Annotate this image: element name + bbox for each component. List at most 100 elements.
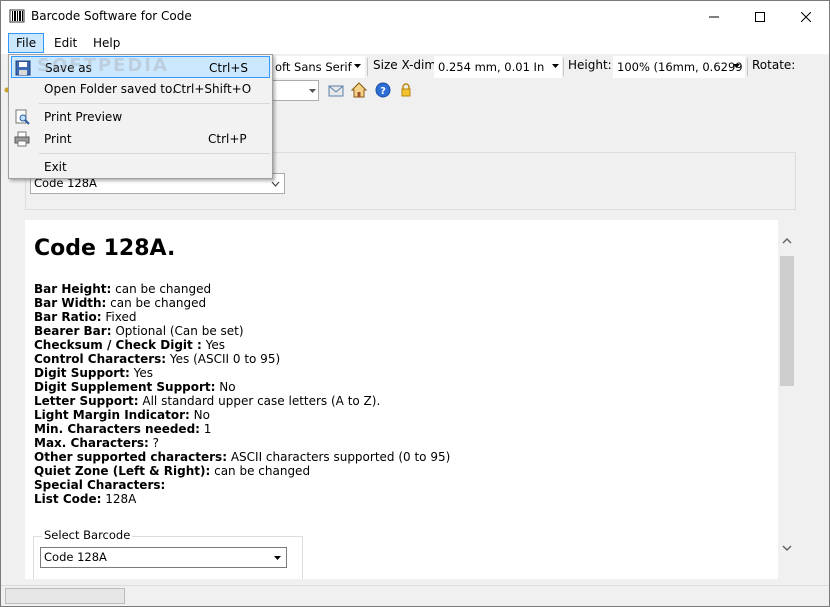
property-value: Optional (Can be set)	[111, 324, 244, 338]
open-folder-label: Open Folder saved to.	[44, 82, 176, 96]
title-bar: Barcode Software for Code	[1, 1, 829, 32]
property-row: Special Characters:	[34, 478, 450, 492]
property-name: Min. Characters needed:	[34, 422, 200, 436]
property-row: Letter Support: All standard upper case …	[34, 394, 450, 408]
height-value: 100% (16mm, 0.6299	[617, 60, 743, 74]
property-value: ASCII characters supported (0 to 95)	[227, 450, 451, 464]
save-as-label: Save as	[45, 61, 92, 75]
property-row: Bar Ratio: Fixed	[34, 310, 450, 324]
scroll-up-button[interactable]	[778, 232, 796, 250]
height-select[interactable]: 100% (16mm, 0.6299	[613, 56, 745, 78]
toolbar-separator	[747, 58, 748, 76]
property-name: Bar Width:	[34, 296, 107, 310]
chevron-down-icon	[354, 64, 361, 68]
property-row: Checksum / Check Digit : Yes	[34, 338, 450, 352]
scroll-down-button[interactable]	[778, 539, 796, 557]
app-window: Barcode Software for Code File Edit Help…	[0, 0, 830, 607]
property-value: No	[189, 408, 210, 422]
property-value: 128A	[101, 492, 137, 506]
property-value: can be changed	[106, 296, 207, 310]
open-folder-shortcut: Ctrl+Shift+O	[173, 82, 252, 96]
property-row: Quiet Zone (Left & Right): can be change…	[34, 464, 450, 478]
maximize-button[interactable]	[737, 1, 783, 32]
print-preview-icon	[14, 109, 30, 125]
email-icon[interactable]	[328, 83, 344, 99]
home-icon[interactable]	[350, 82, 368, 98]
toolbar-separator	[563, 58, 564, 76]
property-name: Special Characters:	[34, 478, 166, 492]
property-row: Digit Support: Yes	[34, 366, 450, 380]
property-name: Max. Characters:	[34, 436, 149, 450]
minimize-button[interactable]	[691, 1, 737, 32]
property-value: 1	[199, 422, 212, 436]
menu-separator	[39, 153, 270, 154]
property-name: List Code:	[34, 492, 102, 506]
property-value: Yes	[129, 366, 153, 380]
property-name: Digit Support:	[34, 366, 130, 380]
menu-item-print[interactable]: Print Ctrl+P	[11, 128, 270, 150]
print-shortcut: Ctrl+P	[208, 132, 247, 146]
menu-item-save-as[interactable]: Save as Ctrl+S	[11, 56, 270, 78]
property-name: Other supported characters:	[34, 450, 228, 464]
lock-icon[interactable]	[398, 82, 414, 98]
property-name: Light Margin Indicator:	[34, 408, 190, 422]
property-name: Bar Ratio:	[34, 310, 102, 324]
property-row: Bearer Bar: Optional (Can be set)	[34, 324, 450, 338]
menu-item-print-preview[interactable]: Print Preview	[11, 106, 270, 128]
maximize-icon	[755, 11, 765, 22]
save-icon	[15, 60, 31, 76]
property-name: Letter Support:	[34, 394, 139, 408]
help-icon[interactable]: ?	[375, 82, 391, 98]
font-select-value: oft Sans Serif	[275, 60, 352, 74]
exit-label: Exit	[44, 160, 67, 174]
size-xdim-value: 0.254 mm, 0.01 In	[438, 60, 545, 74]
property-name: Bar Height:	[34, 282, 112, 296]
property-name: Quiet Zone (Left & Right):	[34, 464, 211, 478]
menu-edit[interactable]: Edit	[47, 33, 84, 53]
select-barcode-group: Select Barcode Code 128A	[33, 528, 303, 579]
file-menu-dropdown: Save as Ctrl+S Open Folder saved to. Ctr…	[8, 54, 273, 179]
menu-bar: File Edit Help	[1, 32, 829, 54]
select-barcode-legend: Select Barcode	[42, 528, 133, 542]
window-title: Barcode Software for Code	[31, 9, 192, 23]
size-xdim-select[interactable]: 0.254 mm, 0.01 In	[434, 56, 562, 78]
chevron-down-icon	[309, 89, 316, 93]
menu-item-open-folder[interactable]: Open Folder saved to. Ctrl+Shift+O	[11, 78, 270, 100]
property-value: can be changed	[111, 282, 212, 296]
property-value: No	[215, 380, 236, 394]
menu-separator	[39, 103, 270, 104]
menu-file[interactable]: File	[8, 33, 45, 53]
property-value: All standard upper case letters (A to Z)…	[138, 394, 381, 408]
rotate-label: Rotate:	[752, 58, 796, 72]
property-value: Yes	[201, 338, 225, 352]
printer-icon	[14, 131, 30, 147]
minimize-icon	[709, 16, 719, 17]
status-bar	[1, 585, 829, 606]
property-row: Other supported characters: ASCII charac…	[34, 450, 450, 464]
chevron-up-icon	[782, 238, 792, 244]
barcode-properties-list: Bar Height: can be changed Bar Width: can…	[34, 282, 450, 506]
chevron-down-icon	[271, 181, 280, 187]
svg-text:?: ?	[380, 86, 386, 97]
property-value: ?	[148, 436, 160, 450]
scroll-thumb[interactable]	[780, 256, 794, 386]
close-button[interactable]	[783, 1, 829, 32]
status-progress-panel	[5, 588, 125, 604]
select-barcode-dropdown[interactable]: Code 128A	[40, 547, 287, 568]
chevron-down-icon	[274, 556, 281, 560]
select-barcode-value: Code 128A	[44, 550, 107, 564]
content-vertical-scrollbar[interactable]	[778, 220, 796, 579]
height-label: Height:	[568, 58, 612, 72]
font-select[interactable]: oft Sans Serif	[271, 56, 365, 78]
menu-help[interactable]: Help	[86, 33, 127, 53]
size-xdim-label: Size X-dim	[373, 58, 437, 72]
second-row-select[interactable]	[271, 80, 319, 101]
toolbar-separator	[367, 58, 368, 76]
menu-item-exit[interactable]: Exit	[11, 156, 270, 178]
property-value: Yes (ASCII 0 to 95)	[166, 352, 281, 366]
property-row: Digit Supplement Support: No	[34, 380, 450, 394]
property-row: Min. Characters needed: 1	[34, 422, 450, 436]
print-preview-label: Print Preview	[44, 110, 123, 124]
barcode-app-icon	[9, 8, 25, 24]
print-label: Print	[44, 132, 72, 146]
